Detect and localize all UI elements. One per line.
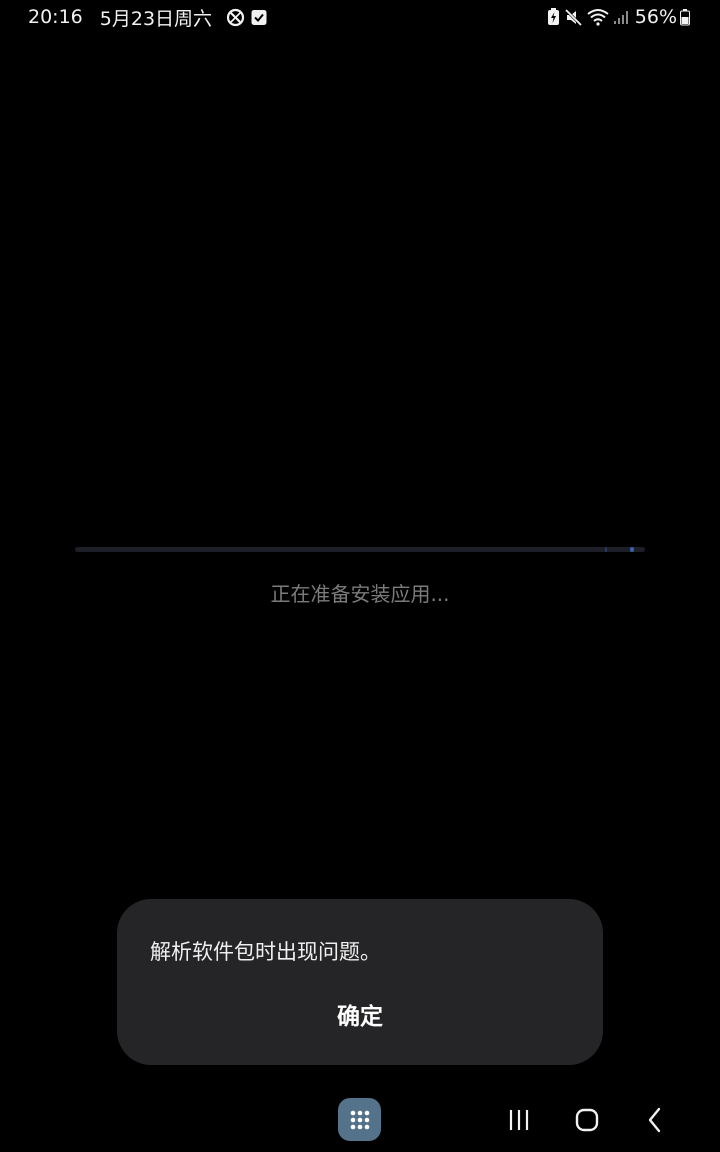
- status-date: 5月23日周六: [99, 7, 213, 30]
- battery-icon: [680, 8, 690, 26]
- blocked-icon: [226, 8, 245, 27]
- apps-grid-button[interactable]: [338, 1098, 381, 1141]
- status-bar-left: 20:16 5月23日周六: [28, 5, 273, 30]
- install-status-text: 正在准备安装应用...: [270, 582, 450, 606]
- error-dialog: 解析软件包时出现问题。 确定: [117, 899, 603, 1065]
- status-bar: 20:16 5月23日周六 56%: [0, 0, 720, 34]
- apps-grid-icon: [350, 1110, 369, 1129]
- progress-indicator-segment: [630, 547, 634, 552]
- recents-icon: [509, 1110, 529, 1130]
- wifi-icon: [587, 8, 609, 26]
- back-icon: [648, 1107, 661, 1133]
- home-icon: [575, 1108, 599, 1132]
- check-box-icon: [251, 9, 267, 26]
- navigation-bar: [0, 1090, 720, 1152]
- ok-button[interactable]: 确定: [117, 997, 603, 1031]
- home-button[interactable]: [570, 1104, 604, 1136]
- back-button[interactable]: [638, 1104, 672, 1136]
- mute-icon: [564, 8, 583, 27]
- status-bar-right: 56%: [547, 5, 694, 29]
- dialog-message: 解析软件包时出现问题。: [150, 940, 381, 964]
- status-time: 20:16: [28, 6, 83, 28]
- battery-percent: 56%: [634, 6, 677, 28]
- signal-icon: [613, 9, 629, 25]
- battery-saver-icon: [547, 8, 560, 26]
- install-progress-bar: [75, 547, 645, 552]
- progress-indicator-segment: [605, 547, 607, 552]
- recents-button[interactable]: [502, 1104, 536, 1136]
